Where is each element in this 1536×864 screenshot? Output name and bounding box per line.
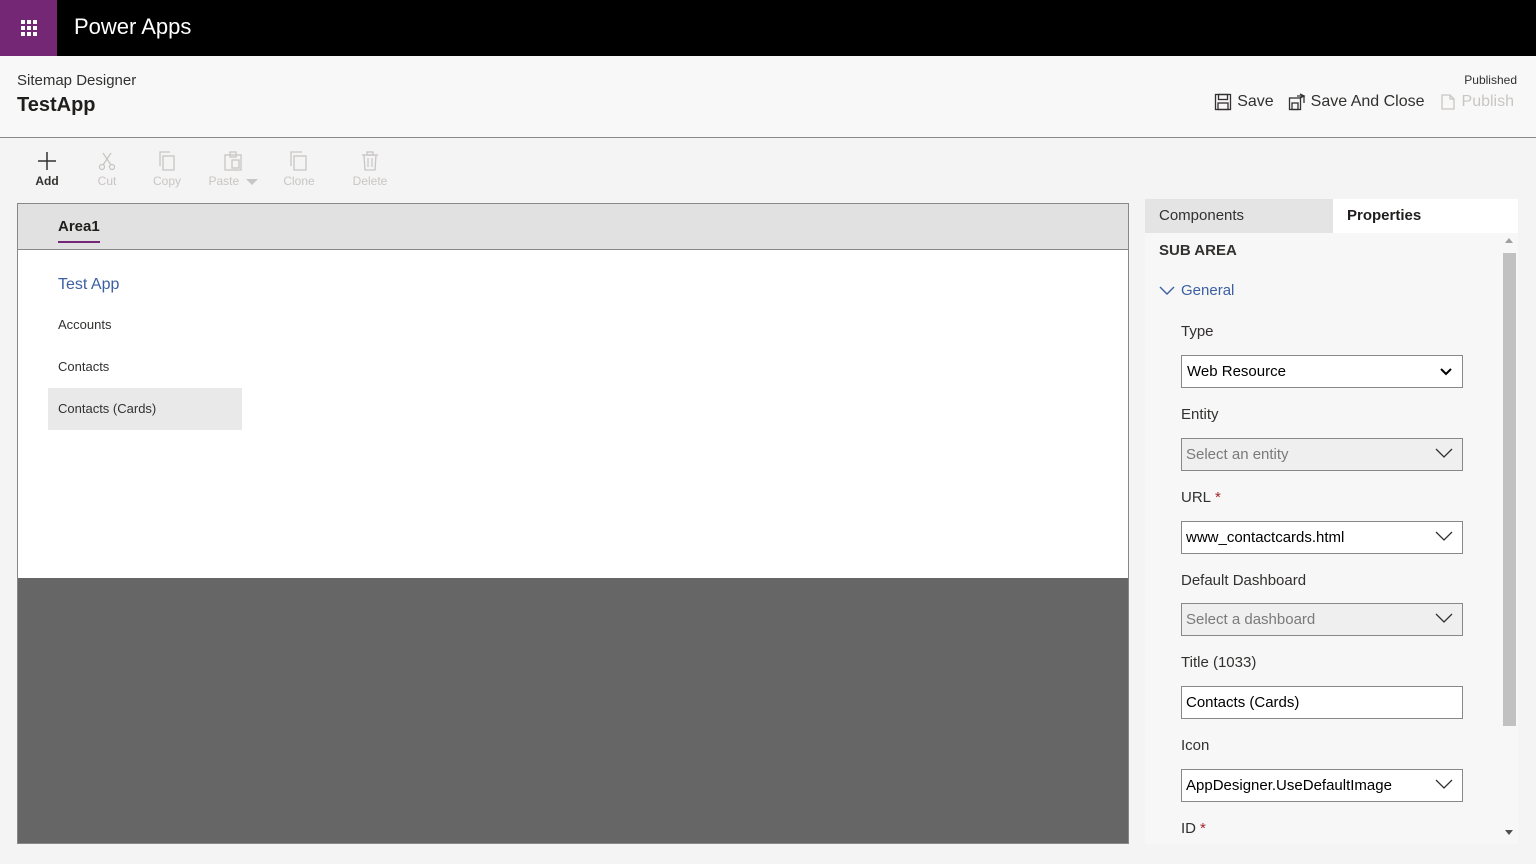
group-container: Test App Accounts Contacts Contacts (Car… [18, 250, 1128, 578]
sitemap-canvas: Area1 Test App Accounts Contacts Contact… [17, 203, 1129, 844]
type-select[interactable]: Web Resource [1181, 355, 1463, 388]
chevron-down-icon [1432, 769, 1462, 802]
cut-button[interactable]: Cut [77, 150, 137, 196]
entity-label: Entity [1181, 406, 1219, 423]
publish-label: Publish [1461, 93, 1514, 110]
subarea-accounts[interactable]: Accounts [48, 304, 242, 346]
copy-button[interactable]: Copy [137, 150, 197, 196]
chevron-down-icon [1432, 603, 1462, 636]
save-icon [1214, 93, 1232, 111]
icon-combobox[interactable]: AppDesigner.UseDefaultImage [1181, 769, 1463, 802]
entity-placeholder: Select an entity [1186, 446, 1289, 463]
delete-button[interactable]: Delete [329, 150, 411, 196]
publish-button[interactable]: Publish [1439, 93, 1514, 111]
paste-label: Paste [208, 174, 258, 188]
id-label: ID * [1181, 820, 1206, 837]
waffle-icon [20, 20, 37, 36]
app-name: Power Apps [74, 14, 192, 39]
header-actions: Save Save And Close Publish [1200, 93, 1514, 111]
dashboard-select[interactable]: Select a dashboard [1181, 603, 1463, 636]
chevron-down-icon [1432, 521, 1462, 554]
tab-properties[interactable]: Properties [1333, 199, 1518, 233]
designer-label: Sitemap Designer [17, 72, 137, 89]
scroll-up-arrow-icon[interactable] [1505, 238, 1513, 243]
area-tabs-bar: Area1 [18, 204, 1128, 250]
subarea-contacts[interactable]: Contacts [48, 346, 242, 388]
cut-label: Cut [97, 174, 117, 188]
panel-scrollbar[interactable] [1501, 233, 1518, 844]
save-label: Save [1237, 93, 1274, 110]
properties-panel: Components Properties SUB AREA General T… [1145, 199, 1518, 844]
paste-icon [222, 150, 244, 172]
url-combobox[interactable]: www_contactcards.html [1181, 521, 1463, 554]
add-button[interactable]: Add [17, 150, 77, 196]
save-and-close-button[interactable]: Save And Close [1288, 93, 1425, 111]
url-label-text: URL [1181, 489, 1212, 506]
command-bar: Add Cut Copy Paste Clone Delete [17, 150, 411, 196]
delete-label: Delete [352, 174, 388, 188]
icon-label: Icon [1181, 737, 1210, 754]
clone-label: Clone [283, 174, 315, 188]
type-value: Web Resource [1187, 363, 1286, 380]
trash-icon [359, 150, 381, 172]
subarea-contacts-cards[interactable]: Contacts (Cards) [48, 388, 242, 430]
type-label: Type [1181, 323, 1214, 340]
dashboard-label: Default Dashboard [1181, 572, 1307, 589]
title-label: Title (1033) [1181, 654, 1257, 671]
scroll-down-arrow-icon[interactable] [1505, 830, 1513, 835]
group-title[interactable]: Test App [58, 276, 119, 294]
scissors-icon [96, 150, 118, 172]
app-launcher-button[interactable] [0, 0, 57, 56]
chevron-down-icon [1432, 355, 1462, 388]
entity-select[interactable]: Select an entity [1181, 438, 1463, 471]
scrollbar-thumb[interactable] [1503, 253, 1516, 726]
chevron-down-icon [1432, 438, 1462, 471]
add-label: Add [35, 174, 59, 188]
save-button[interactable]: Save [1214, 93, 1274, 111]
id-label-text: ID [1181, 820, 1196, 837]
general-section-toggle[interactable]: General [1159, 282, 1234, 299]
properties-body: SUB AREA General Type Web Resource Entit… [1145, 233, 1518, 844]
save-and-close-label: Save And Close [1310, 93, 1425, 110]
status-label: Published [1464, 73, 1517, 87]
tab-components[interactable]: Components [1145, 199, 1333, 233]
page-title: TestApp [17, 94, 96, 116]
chevron-down-icon [1159, 286, 1175, 295]
dashboard-placeholder: Select a dashboard [1186, 611, 1316, 628]
plus-icon [36, 150, 58, 172]
paste-text: Paste [208, 174, 240, 188]
title-value: Contacts (Cards) [1186, 694, 1300, 711]
title-input[interactable]: Contacts (Cards) [1181, 686, 1463, 719]
required-marker: * [1215, 489, 1221, 506]
paste-button[interactable]: Paste [197, 150, 269, 196]
panel-tabs: Components Properties [1145, 199, 1518, 233]
url-label: URL * [1181, 489, 1221, 506]
section-title: SUB AREA [1159, 242, 1237, 259]
clone-icon [288, 150, 310, 172]
icon-value: AppDesigner.UseDefaultImage [1186, 777, 1392, 794]
area-tab[interactable]: Area1 [58, 218, 100, 243]
url-value: www_contactcards.html [1186, 529, 1345, 546]
copy-label: Copy [152, 174, 181, 188]
top-nav-bar: Power Apps [0, 0, 1536, 56]
copy-icon [156, 150, 178, 172]
required-marker: * [1200, 820, 1206, 837]
general-label: General [1181, 282, 1235, 299]
chevron-down-icon [245, 178, 258, 185]
save-and-close-icon [1288, 93, 1306, 111]
designer-header: Sitemap Designer TestApp Published Save … [0, 56, 1536, 138]
clone-button[interactable]: Clone [269, 150, 329, 196]
publish-icon [1439, 93, 1457, 111]
